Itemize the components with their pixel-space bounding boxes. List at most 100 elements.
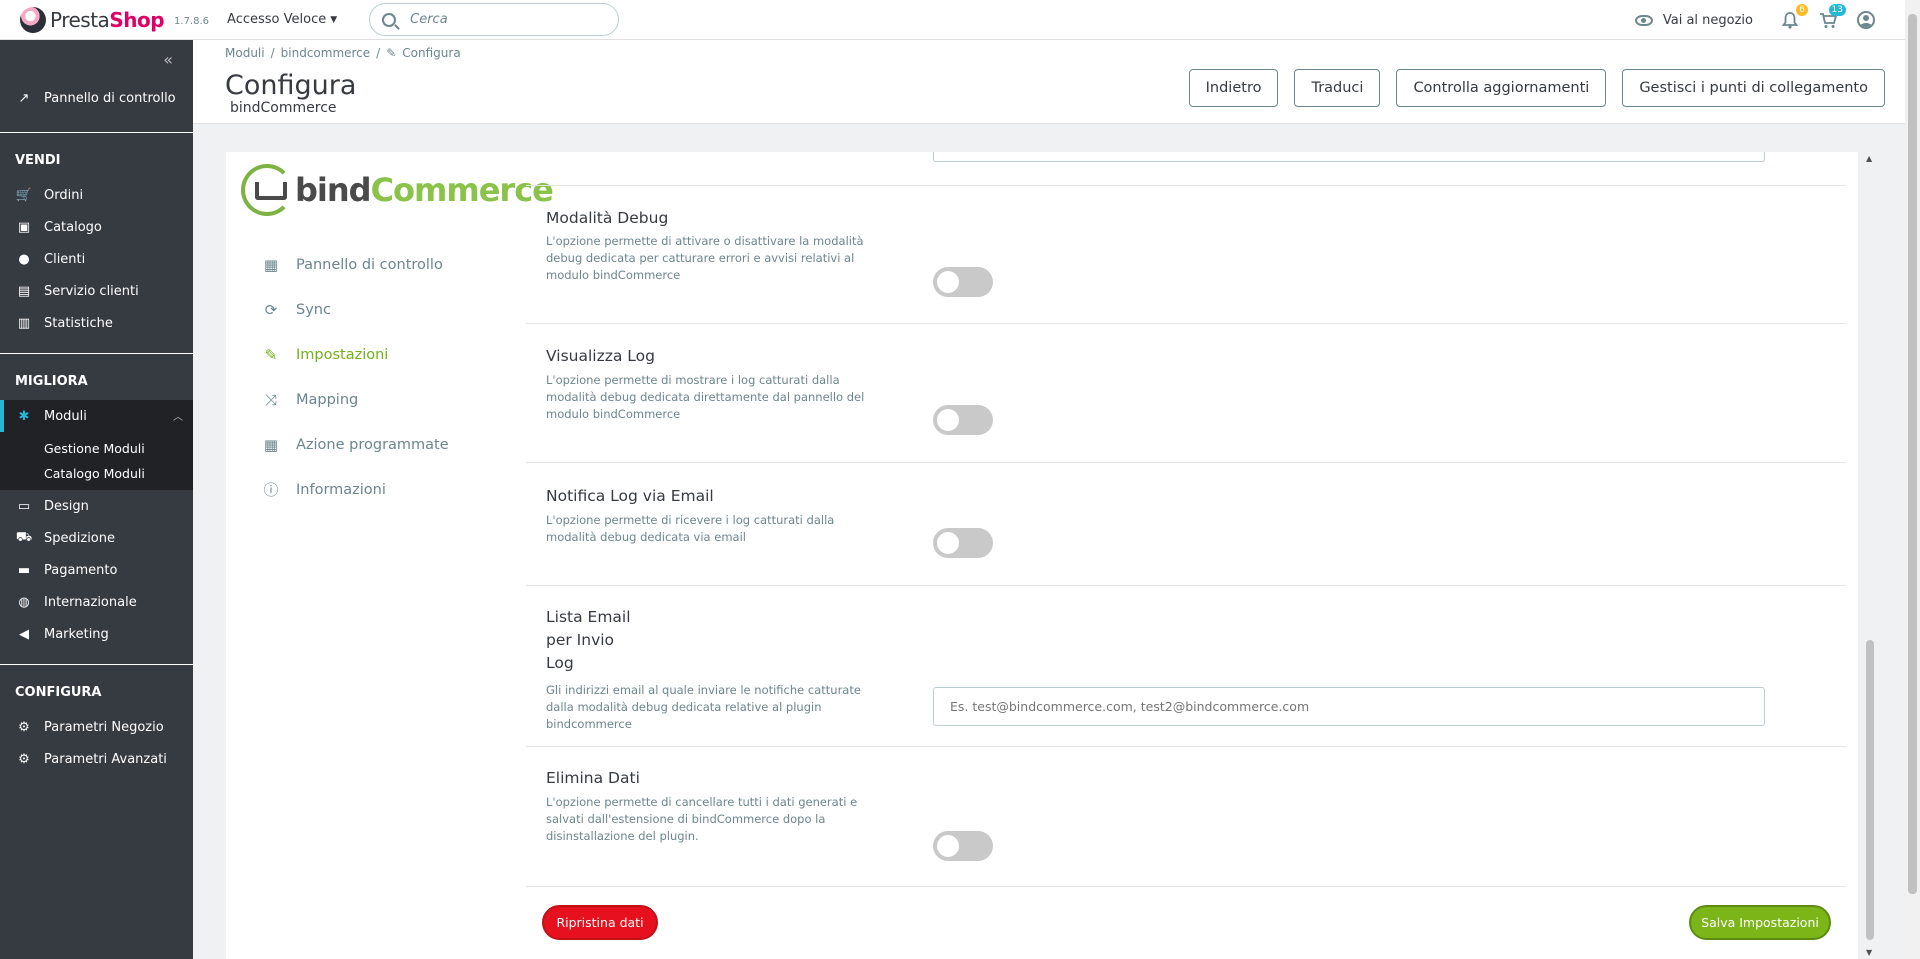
sidebar-item-customer-service[interactable]: ▤ Servizio clienti	[0, 275, 193, 307]
sidebar-item-marketing[interactable]: ◀ Marketing	[0, 618, 193, 650]
prestashop-logo[interactable]: PrestaShop	[20, 6, 165, 33]
view-log-toggle[interactable]	[933, 405, 993, 435]
bar-chart-icon: ▥	[17, 315, 31, 331]
setting-title: Notifica Log via Email	[546, 487, 714, 505]
menu-item-scheduled-actions[interactable]: ▦ Azione programmate	[262, 422, 449, 467]
menu-item-sync[interactable]: ⟳ Sync	[262, 287, 449, 332]
sidebar-item-label: Pannello di controllo	[44, 90, 176, 106]
setting-title: Modalità Debug	[546, 209, 669, 227]
sidebar-item-label: Servizio clienti	[44, 283, 139, 299]
caret-down-icon: ▼	[330, 14, 338, 25]
settings-divider	[526, 886, 1846, 887]
quick-access-dropdown[interactable]: Accesso Veloce ▼	[227, 12, 337, 27]
store-icon: ▣	[17, 219, 31, 235]
breadcrumb-modules[interactable]: Moduli	[225, 46, 265, 60]
sidebar-item-customers[interactable]: ● Clienti	[0, 243, 193, 275]
setting-description: L'opzione permette di attivare o disatti…	[546, 234, 864, 282]
menu-item-info[interactable]: ⓘ Informazioni	[262, 467, 449, 512]
search-icon	[382, 12, 397, 27]
sidebar-item-label: Ordini	[44, 187, 84, 203]
sidebar-item-label: Parametri Avanzati	[44, 751, 167, 767]
sidebar-item-orders[interactable]: 🛒 Ordini	[0, 179, 193, 211]
section-title-configure: CONFIGURA	[15, 685, 102, 700]
collapse-sidebar-icon[interactable]: «	[163, 50, 173, 69]
sidebar-item-catalog[interactable]: ▣ Catalogo	[0, 211, 193, 243]
scroll-up-icon[interactable]: ▲	[1866, 154, 1872, 163]
brand-name: PrestaShop	[50, 7, 165, 32]
bindcommerce-logo: bindCommerce	[241, 164, 554, 216]
manage-hooks-button[interactable]: Gestisci i punti di collegamento	[1622, 69, 1885, 107]
truck-icon: ⛟	[15, 529, 33, 545]
content-scrollbar[interactable]: ▲ ▼	[1864, 152, 1876, 959]
breadcrumb-separator: /	[270, 46, 275, 60]
trending-icon: ↗	[18, 90, 30, 106]
breadcrumb-bindcommerce[interactable]: bindcommerce	[281, 46, 371, 60]
menu-item-label: Mapping	[296, 391, 359, 408]
sidebar-item-international[interactable]: ◍ Internazionale	[0, 586, 193, 618]
sidebar-item-label: Internazionale	[44, 594, 137, 610]
delete-data-toggle[interactable]	[933, 831, 993, 861]
wrench-icon: ✎	[386, 46, 397, 60]
shuffle-icon: ⤨	[264, 390, 277, 409]
module-config-panel: bindCommerce ▦ Pannello di controllo ⟳ Syn…	[226, 152, 1858, 959]
sidebar-item-label: Spedizione	[44, 530, 115, 546]
sync-icon: ⟳	[264, 300, 278, 319]
sidebar-item-shop-params[interactable]: ⚙ Parametri Negozio	[0, 711, 193, 743]
search-input[interactable]: Cerca	[369, 3, 620, 36]
back-button[interactable]: Indietro	[1188, 69, 1279, 107]
customers-button[interactable]: 13	[1818, 4, 1846, 30]
menu-item-dashboard[interactable]: ▦ Pannello di controllo	[262, 242, 449, 287]
menu-item-label: Impostazioni	[296, 346, 389, 363]
modules-submenu: Gestione Moduli Catalogo Moduli	[0, 432, 193, 490]
partial-select-field[interactable]	[933, 152, 1765, 162]
sidebar-item-stats[interactable]: ▥ Statistiche	[0, 307, 193, 339]
email-list-input[interactable]	[933, 687, 1765, 726]
credit-card-icon: ▬	[17, 562, 31, 578]
breadcrumb-configure: Configura	[402, 46, 461, 60]
basket-icon: 🛒	[15, 187, 33, 203]
debug-toggle[interactable]	[933, 267, 993, 297]
notifications-bell-button[interactable]: 6	[1780, 4, 1808, 30]
submenu-item-module-manager[interactable]: Gestione Moduli	[0, 436, 193, 461]
user-icon	[1857, 11, 1875, 29]
sidebar-item-shipping[interactable]: ⛟ Spedizione	[0, 522, 193, 554]
sidebar-item-advanced-params[interactable]: ⚙ Parametri Avanzati	[0, 743, 193, 775]
sidebar-item-payment[interactable]: ▬ Pagamento	[0, 554, 193, 586]
email-log-toggle[interactable]	[933, 528, 993, 558]
dashboard-icon: ▦	[263, 255, 279, 274]
check-updates-button[interactable]: Controlla aggiornamenti	[1396, 69, 1607, 107]
page-title: Configura	[225, 70, 357, 101]
setting-description: Gli indirizzi email al quale inviare le …	[546, 683, 861, 731]
sidebar-item-label: Pagamento	[44, 562, 118, 578]
chat-icon: ▤	[17, 283, 31, 299]
chevron-up-icon: ︿	[173, 412, 183, 423]
reset-data-button[interactable]: Ripristina dati	[542, 905, 658, 940]
content-scrollbar-thumb[interactable]	[1866, 640, 1874, 940]
sidebar-item-label: Design	[44, 498, 89, 514]
save-settings-button[interactable]: Salva Impostazioni	[1689, 905, 1831, 940]
sidebar-item-design[interactable]: ▭ Design	[0, 490, 193, 522]
menu-item-label: Sync	[296, 301, 331, 318]
brand-name-accent: Shop	[109, 7, 165, 32]
translate-button[interactable]: Traduci	[1294, 69, 1381, 107]
quick-access-label: Accesso Veloce	[227, 12, 327, 27]
view-shop-label: Vai al negozio	[1662, 12, 1753, 28]
sidebar-item-dashboard[interactable]: ↗ Pannello di controllo	[0, 82, 193, 114]
account-button[interactable]	[1856, 10, 1876, 30]
sidebar-item-modules[interactable]: ✱ Moduli ︿	[0, 400, 193, 432]
breadcrumb-separator: /	[376, 46, 381, 60]
settings-box-icon: ⚙	[18, 751, 30, 767]
menu-item-mapping[interactable]: ⤨ Mapping	[262, 377, 449, 422]
menu-item-label: Pannello di controllo	[296, 256, 443, 273]
page-scrollbar[interactable]	[1905, 0, 1920, 959]
menu-item-settings[interactable]: ✎ Impostazioni	[262, 332, 449, 377]
setting-description: L'opzione permette di cancellare tutti i…	[546, 795, 858, 843]
scroll-down-icon[interactable]: ▼	[1866, 948, 1872, 957]
submenu-item-module-catalog[interactable]: Catalogo Moduli	[0, 461, 193, 486]
view-shop-link[interactable]: Vai al negozio	[1634, 12, 1753, 28]
account-circle-icon: ●	[18, 251, 30, 267]
breadcrumb: Moduli / bindcommerce / ✎ Configura	[225, 46, 461, 60]
page-scrollbar-thumb[interactable]	[1908, 14, 1917, 894]
bindcommerce-wordmark: bindCommerce	[295, 171, 554, 209]
sidebar-divider	[0, 132, 193, 133]
